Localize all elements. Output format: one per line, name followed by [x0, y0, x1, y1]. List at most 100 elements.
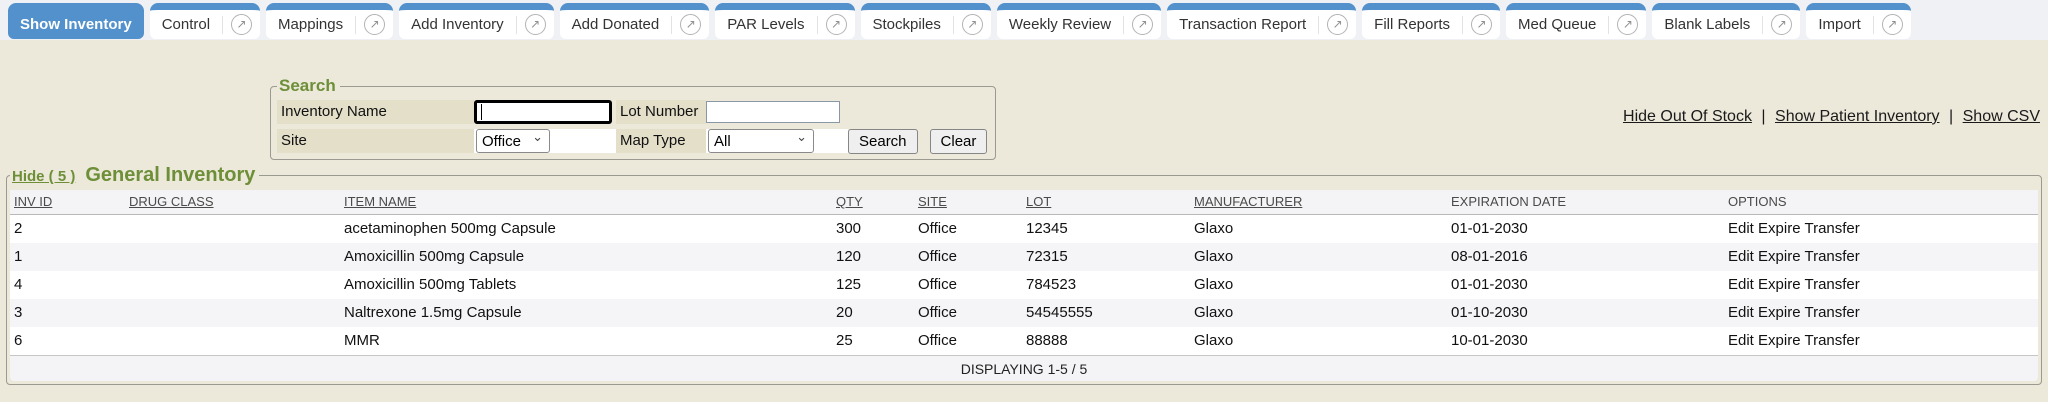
tab-divider — [1318, 16, 1319, 34]
tab-label: Med Queue — [1506, 16, 1608, 33]
open-in-new-window-icon[interactable]: ↗ — [1882, 14, 1903, 35]
table-header-row: INV IDDRUG CLASSITEM NAMEQTYSITELOTMANUF… — [10, 190, 2038, 215]
search-panel: Search Inventory Name Lot Number Site Of… — [270, 76, 996, 160]
lot-number-input[interactable] — [706, 101, 840, 123]
open-in-new-window-icon[interactable]: ↗ — [1327, 14, 1348, 35]
hide-out-of-stock-link[interactable]: Hide Out Of Stock — [1623, 108, 1752, 125]
expire-link[interactable]: Expire — [1758, 248, 1801, 265]
column-header-inv-id[interactable]: INV ID — [10, 190, 125, 214]
transfer-link[interactable]: Transfer — [1804, 332, 1859, 349]
tab-weekly-review[interactable]: Weekly Review ↗ — [997, 3, 1161, 39]
cell-manufacturer: Glaxo — [1190, 215, 1447, 243]
search-form: Inventory Name Lot Number Site Office — [277, 100, 989, 153]
tab-divider — [1762, 16, 1763, 34]
cell-lot: 72315 — [1022, 243, 1190, 271]
paging-status: DISPLAYING 1-5 / 5 — [961, 361, 1088, 377]
site-label: Site — [277, 129, 474, 153]
tab-add-inventory[interactable]: Add Inventory↗ — [399, 3, 554, 39]
inventory-name-input[interactable] — [474, 100, 612, 124]
show-patient-inventory-link[interactable]: Show Patient Inventory — [1775, 108, 1940, 125]
cell-inv-id: 1 — [10, 243, 125, 271]
edit-link[interactable]: Edit — [1728, 220, 1754, 237]
edit-link[interactable]: Edit — [1728, 248, 1754, 265]
cell-item-name: Naltrexone 1.5mg Capsule — [340, 299, 832, 327]
expire-link[interactable]: Expire — [1758, 304, 1801, 321]
inventory-table: INV IDDRUG CLASSITEM NAMEQTYSITELOTMANUF… — [10, 190, 2038, 381]
expire-link[interactable]: Expire — [1758, 220, 1801, 237]
column-header-site[interactable]: SITE — [914, 190, 1022, 214]
cell-qty: 25 — [832, 327, 914, 355]
column-header-drug-class[interactable]: DRUG CLASS — [125, 190, 340, 214]
transfer-link[interactable]: Transfer — [1804, 248, 1859, 265]
tab-label: Control — [150, 16, 222, 33]
cell-item-name: Amoxicillin 500mg Capsule — [340, 243, 832, 271]
cell-expiration-date: 01-01-2030 — [1447, 215, 1724, 243]
tab-fill-reports[interactable]: Fill Reports ↗ — [1362, 3, 1500, 39]
tab-mappings[interactable]: Mappings↗ — [266, 3, 393, 39]
tab-label: Fill Reports — [1362, 16, 1462, 33]
edit-link[interactable]: Edit — [1728, 304, 1754, 321]
site-select[interactable]: Office — [476, 129, 550, 153]
tab-import[interactable]: Import↗ — [1806, 3, 1911, 39]
map-type-select[interactable]: All — [708, 129, 814, 153]
cell-options: Edit Expire Transfer — [1724, 271, 2038, 299]
site-select-wrap: Office — [476, 129, 550, 153]
table-row: 2acetaminophen 500mg Capsule300Office123… — [10, 215, 2038, 243]
app-screen: Show InventoryControl↗Mappings↗Add Inven… — [0, 0, 2048, 402]
cell-site: Office — [914, 327, 1022, 355]
tab-control[interactable]: Control ↗ — [150, 3, 260, 39]
show-csv-link[interactable]: Show CSV — [1963, 108, 2040, 125]
tab-stockpiles[interactable]: Stockpiles ↗ — [861, 3, 991, 39]
search-button[interactable]: Search — [848, 129, 918, 154]
open-in-new-window-icon[interactable]: ↗ — [1617, 14, 1638, 35]
top-links: Hide Out Of Stock | Show Patient Invento… — [1623, 108, 2040, 126]
general-inventory-panel: Hide ( 5 ) General Inventory INV IDDRUG … — [6, 164, 2042, 385]
expire-link[interactable]: Expire — [1758, 332, 1801, 349]
open-in-new-window-icon[interactable]: ↗ — [231, 14, 252, 35]
clear-button[interactable]: Clear — [930, 129, 988, 154]
tab-divider — [1608, 16, 1609, 34]
tab-med-queue[interactable]: Med Queue ↗ — [1506, 3, 1646, 39]
transfer-link[interactable]: Transfer — [1804, 276, 1859, 293]
column-header-lot[interactable]: LOT — [1022, 190, 1190, 214]
tab-show-inventory[interactable]: Show Inventory — [8, 3, 144, 39]
column-header-item-name[interactable]: ITEM NAME — [340, 190, 832, 214]
transfer-link[interactable]: Transfer — [1804, 304, 1859, 321]
edit-link[interactable]: Edit — [1728, 276, 1754, 293]
open-in-new-window-icon[interactable]: ↗ — [826, 14, 847, 35]
table-row: 3Naltrexone 1.5mg Capsule20Office5454555… — [10, 299, 2038, 327]
tab-bar: Show InventoryControl↗Mappings↗Add Inven… — [0, 0, 2048, 40]
cell-expiration-date: 01-10-2030 — [1447, 299, 1724, 327]
hide-count-link[interactable]: Hide ( 5 ) — [12, 168, 75, 185]
text-cursor — [481, 104, 482, 120]
open-in-new-window-icon[interactable]: ↗ — [962, 14, 983, 35]
tab-par-levels[interactable]: PAR Levels↗ — [715, 3, 854, 39]
open-in-new-window-icon[interactable]: ↗ — [525, 14, 546, 35]
expire-link[interactable]: Expire — [1758, 276, 1801, 293]
map-type-select-wrap: All — [708, 129, 814, 153]
table-footer: DISPLAYING 1-5 / 5 — [10, 355, 2038, 381]
tab-blank-labels[interactable]: Blank Labels↗ — [1652, 3, 1800, 39]
open-in-new-window-icon[interactable]: ↗ — [364, 14, 385, 35]
cell-inv-id: 2 — [10, 215, 125, 243]
tab-divider — [817, 16, 818, 34]
cell-lot: 784523 — [1022, 271, 1190, 299]
open-in-new-window-icon[interactable]: ↗ — [680, 14, 701, 35]
tab-transaction-report[interactable]: Transaction Report↗ — [1167, 3, 1356, 39]
cell-drug-class — [125, 243, 340, 271]
open-in-new-window-icon[interactable]: ↗ — [1132, 14, 1153, 35]
open-in-new-window-icon[interactable]: ↗ — [1771, 14, 1792, 35]
cell-drug-class — [125, 327, 340, 355]
column-header-qty[interactable]: QTY — [832, 190, 914, 214]
tab-label: Weekly Review — [997, 16, 1123, 33]
tab-label: Add Donated — [560, 16, 672, 33]
table-body: 2acetaminophen 500mg Capsule300Office123… — [10, 215, 2038, 355]
open-in-new-window-icon[interactable]: ↗ — [1471, 14, 1492, 35]
tab-label: Stockpiles — [861, 16, 953, 33]
edit-link[interactable]: Edit — [1728, 332, 1754, 349]
transfer-link[interactable]: Transfer — [1804, 220, 1859, 237]
tab-add-donated[interactable]: Add Donated ↗ — [560, 3, 710, 39]
map-type-label: Map Type — [616, 129, 706, 153]
column-header-manufacturer[interactable]: MANUFACTURER — [1190, 190, 1447, 214]
cell-qty: 300 — [832, 215, 914, 243]
